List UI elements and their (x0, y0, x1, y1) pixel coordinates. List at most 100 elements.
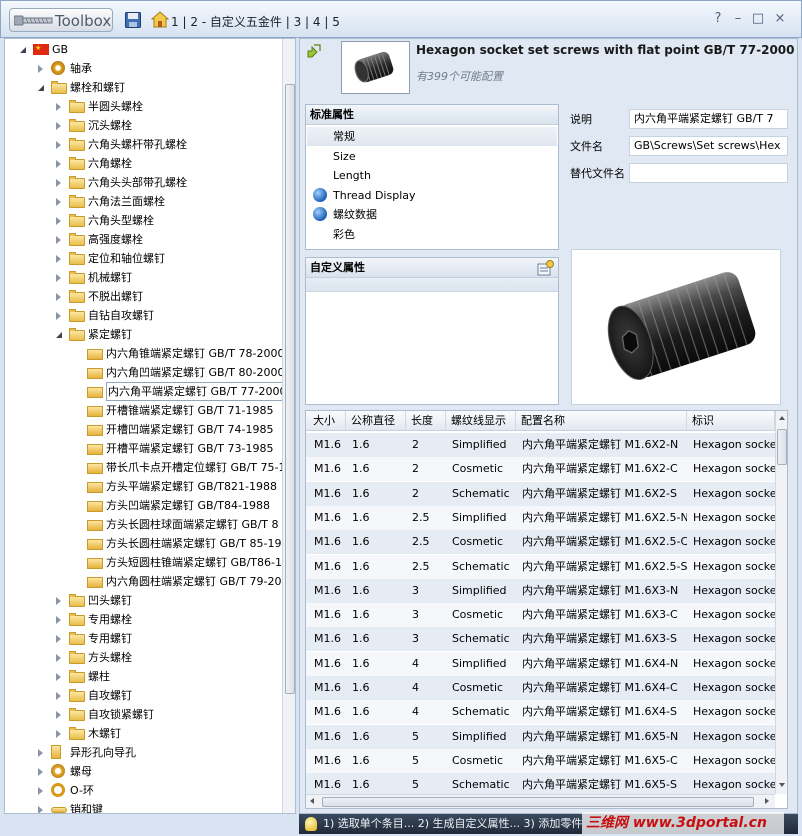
property-item[interactable]: Length (307, 166, 557, 185)
tree-item[interactable]: 沉头螺栓 (5, 116, 281, 135)
expand-closed-icon[interactable] (56, 236, 61, 244)
expand-open-icon[interactable] (20, 47, 26, 53)
expand-closed-icon[interactable] (56, 616, 61, 624)
expand-closed-icon[interactable] (56, 141, 61, 149)
tree-item[interactable]: 方头长圆柱球面端紧定螺钉 GB/T 8 (5, 515, 281, 534)
back-arrow-icon[interactable] (306, 43, 322, 59)
tree-item[interactable]: 方头平端紧定螺钉 GB/T821-1988 (5, 477, 281, 496)
expand-closed-icon[interactable] (38, 749, 43, 757)
tree-item[interactable]: 异形孔向导孔 (5, 743, 281, 762)
tree-item[interactable]: 内六角圆柱端紧定螺钉 GB/T 79-20 (5, 572, 281, 591)
configuration-table[interactable]: 大小 公称直径 长度 螺纹线显示 配置名称 标识 M1.6 1.6 2 Simplified 内六… (305, 410, 788, 809)
part-preview[interactable] (571, 249, 781, 405)
expand-open-icon[interactable] (56, 332, 62, 338)
save-icon[interactable] (125, 12, 141, 28)
table-vertical-scrollbar[interactable] (775, 411, 787, 794)
table-row[interactable]: M1.6 1.6 3 Simplified 内六角平端紧定螺钉 M1.6X3-N Hexa… (306, 578, 775, 603)
add-property-icon[interactable] (536, 260, 554, 276)
tree-item[interactable]: 自钻自攻螺钉 (5, 306, 281, 325)
table-row[interactable]: M1.6 1.6 5 Cosmetic 内六角平端紧定螺钉 M1.6X5-C Hexago… (306, 748, 775, 773)
table-row[interactable]: M1.6 1.6 2.5 Schematic 内六角平端紧定螺钉 M1.6X2.5-S H… (306, 554, 775, 579)
property-item[interactable]: Thread Display (307, 186, 557, 205)
tree-item[interactable]: 机械螺钉 (5, 268, 281, 287)
help-button[interactable]: ? (711, 11, 725, 27)
scroll-left-arrow-icon[interactable] (310, 798, 314, 804)
table-row[interactable]: M1.6 1.6 4 Cosmetic 内六角平端紧定螺钉 M1.6X4-C Hexago… (306, 676, 775, 700)
column-header[interactable]: 长度 (406, 411, 446, 431)
expand-closed-icon[interactable] (56, 597, 61, 605)
breadcrumb-item[interactable]: 1 (171, 15, 179, 29)
tree-item[interactable]: 紧定螺钉 (5, 325, 281, 344)
tree-item[interactable]: 六角螺栓 (5, 154, 281, 173)
tree-item[interactable]: 方头凹端紧定螺钉 GB/T84-1988 (5, 496, 281, 515)
tree-item[interactable]: O-环 (5, 781, 281, 800)
expand-closed-icon[interactable] (56, 217, 61, 225)
property-item[interactable]: 彩色 (307, 225, 557, 244)
breadcrumb-item[interactable]: 5 (332, 15, 340, 29)
expand-closed-icon[interactable] (38, 787, 43, 795)
expand-closed-icon[interactable] (56, 654, 61, 662)
tree-item[interactable]: 方头短圆柱锥端紧定螺钉 GB/T86-1 (5, 553, 282, 572)
column-header[interactable]: 标识 (687, 411, 775, 431)
tree-item[interactable]: 木螺钉 (5, 724, 281, 743)
tree-item[interactable]: 方头螺栓 (5, 648, 281, 667)
tree-item[interactable]: 螺柱 (5, 667, 281, 686)
column-header[interactable]: 大小 (308, 411, 346, 431)
tree-item[interactable]: 内六角锥端紧定螺钉 GB/T 78-2000 (5, 344, 284, 363)
expand-open-icon[interactable] (38, 85, 44, 91)
description-field[interactable]: 内六角平端紧定螺钉 GB/T 7 (629, 109, 788, 129)
table-row[interactable]: M1.6 1.6 4 Schematic 内六角平端紧定螺钉 M1.6X4-S Hexag… (306, 700, 775, 725)
tree-item[interactable]: 专用螺钉 (5, 629, 281, 648)
expand-closed-icon[interactable] (56, 160, 61, 168)
column-header[interactable]: 螺纹线显示 (446, 411, 516, 431)
table-horizontal-scrollbar[interactable] (306, 794, 775, 808)
home-icon[interactable] (151, 11, 169, 28)
expand-closed-icon[interactable] (56, 103, 61, 111)
expand-closed-icon[interactable] (56, 122, 61, 130)
tree-item[interactable]: 开槽凹端紧定螺钉 GB/T 74-1985 (5, 420, 281, 439)
tree-item[interactable]: 定位和轴位螺钉 (5, 249, 281, 268)
tree-item[interactable]: ★ GB (5, 40, 281, 59)
tree-item[interactable]: 螺栓和螺钉 (5, 78, 281, 97)
scroll-right-arrow-icon[interactable] (765, 798, 769, 804)
expand-closed-icon[interactable] (56, 198, 61, 206)
table-row[interactable]: M1.6 1.6 2 Simplified 内六角平端紧定螺钉 M1.6X2-N Hexa… (306, 433, 775, 457)
expand-closed-icon[interactable] (56, 274, 61, 282)
expand-closed-icon[interactable] (56, 692, 61, 700)
breadcrumb-item[interactable]: 4 (313, 15, 321, 29)
table-row[interactable]: M1.6 1.6 4 Simplified 内六角平端紧定螺钉 M1.6X4-N Hexa… (306, 651, 775, 676)
breadcrumb-item[interactable]: 2 - 自定义五金件 (190, 15, 282, 29)
expand-closed-icon[interactable] (38, 806, 43, 813)
tree-scrollbar[interactable] (282, 39, 295, 813)
tree-item[interactable]: 不脱出螺钉 (5, 287, 281, 306)
expand-closed-icon[interactable] (56, 711, 61, 719)
tree-item[interactable]: 六角法兰面螺栓 (5, 192, 281, 211)
expand-closed-icon[interactable] (56, 255, 61, 263)
tree-item[interactable]: 螺母 (5, 762, 281, 781)
property-item[interactable]: 常规 (307, 127, 557, 146)
table-row[interactable]: M1.6 1.6 3 Cosmetic 内六角平端紧定螺钉 M1.6X3-C Hexago… (306, 603, 775, 628)
expand-closed-icon[interactable] (38, 768, 43, 776)
table-vertical-thumb[interactable] (777, 429, 787, 465)
minimize-button[interactable]: – (731, 11, 745, 27)
table-horizontal-thumb[interactable] (322, 797, 754, 807)
tree-item[interactable]: 内六角凹端紧定螺钉 GB/T 80-2000 (5, 363, 284, 382)
tree-item[interactable]: 销和键 (5, 800, 281, 813)
tree-item[interactable]: 六角头型螺栓 (5, 211, 281, 230)
property-item[interactable]: Size (307, 147, 557, 166)
tree-scroll-thumb[interactable] (285, 84, 295, 694)
scroll-up-arrow-icon[interactable] (779, 416, 785, 420)
tree-item[interactable]: 轴承 (5, 59, 281, 78)
table-row[interactable]: M1.6 1.6 5 Simplified 内六角平端紧定螺钉 M1.6X5-N Hexa… (306, 724, 775, 749)
tree-item[interactable]: 自攻锁紧螺钉 (5, 705, 281, 724)
expand-closed-icon[interactable] (56, 730, 61, 738)
tree-item[interactable]: 开槽锥端紧定螺钉 GB/T 71-1985 (5, 401, 281, 420)
expand-closed-icon[interactable] (56, 293, 61, 301)
library-tree[interactable]: ★ GB 轴承 螺栓和螺钉 半圆头螺栓 沉头螺栓 六角头螺杆带孔螺栓 六角螺栓 六角头头部带孔螺… (4, 38, 296, 814)
tree-item[interactable]: 专用螺栓 (5, 610, 281, 629)
tree-item[interactable]: 高强度螺栓 (5, 230, 281, 249)
tree-item[interactable]: 开槽平端紧定螺钉 GB/T 73-1985 (5, 439, 281, 458)
column-header[interactable]: 配置名称 (516, 411, 687, 431)
expand-closed-icon[interactable] (56, 179, 61, 187)
table-row[interactable]: M1.6 1.6 3 Schematic 内六角平端紧定螺钉 M1.6X3-S Hexag… (306, 627, 775, 652)
